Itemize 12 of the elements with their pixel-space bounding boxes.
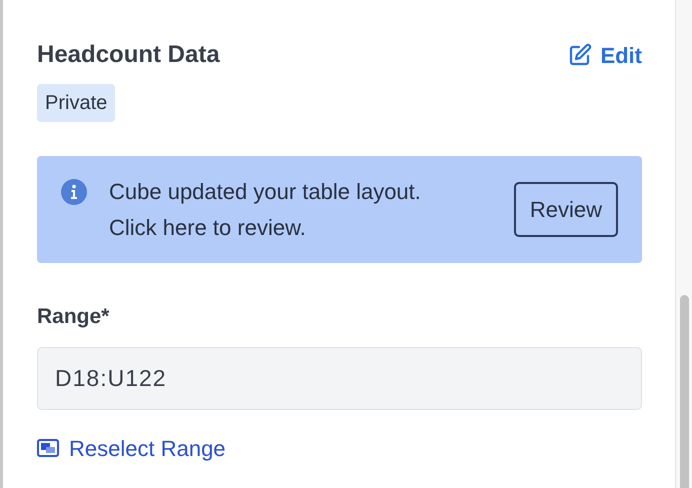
range-label: Range*	[37, 304, 110, 330]
info-icon	[61, 179, 87, 205]
edit-link[interactable]: Edit	[568, 38, 642, 72]
edit-icon	[568, 43, 592, 67]
reselect-range-link[interactable]: Reselect Range	[37, 432, 642, 464]
selection-icon	[37, 439, 59, 457]
scrollbar-thumb[interactable]	[680, 295, 688, 488]
notice-message: Cube updated your table layout. Click here to review.	[109, 178, 422, 242]
privacy-badge: Private	[37, 84, 116, 122]
review-button[interactable]: Review	[514, 182, 618, 237]
panel-title: Headcount Data	[37, 40, 220, 70]
range-field[interactable]: D18:U122	[37, 346, 642, 410]
